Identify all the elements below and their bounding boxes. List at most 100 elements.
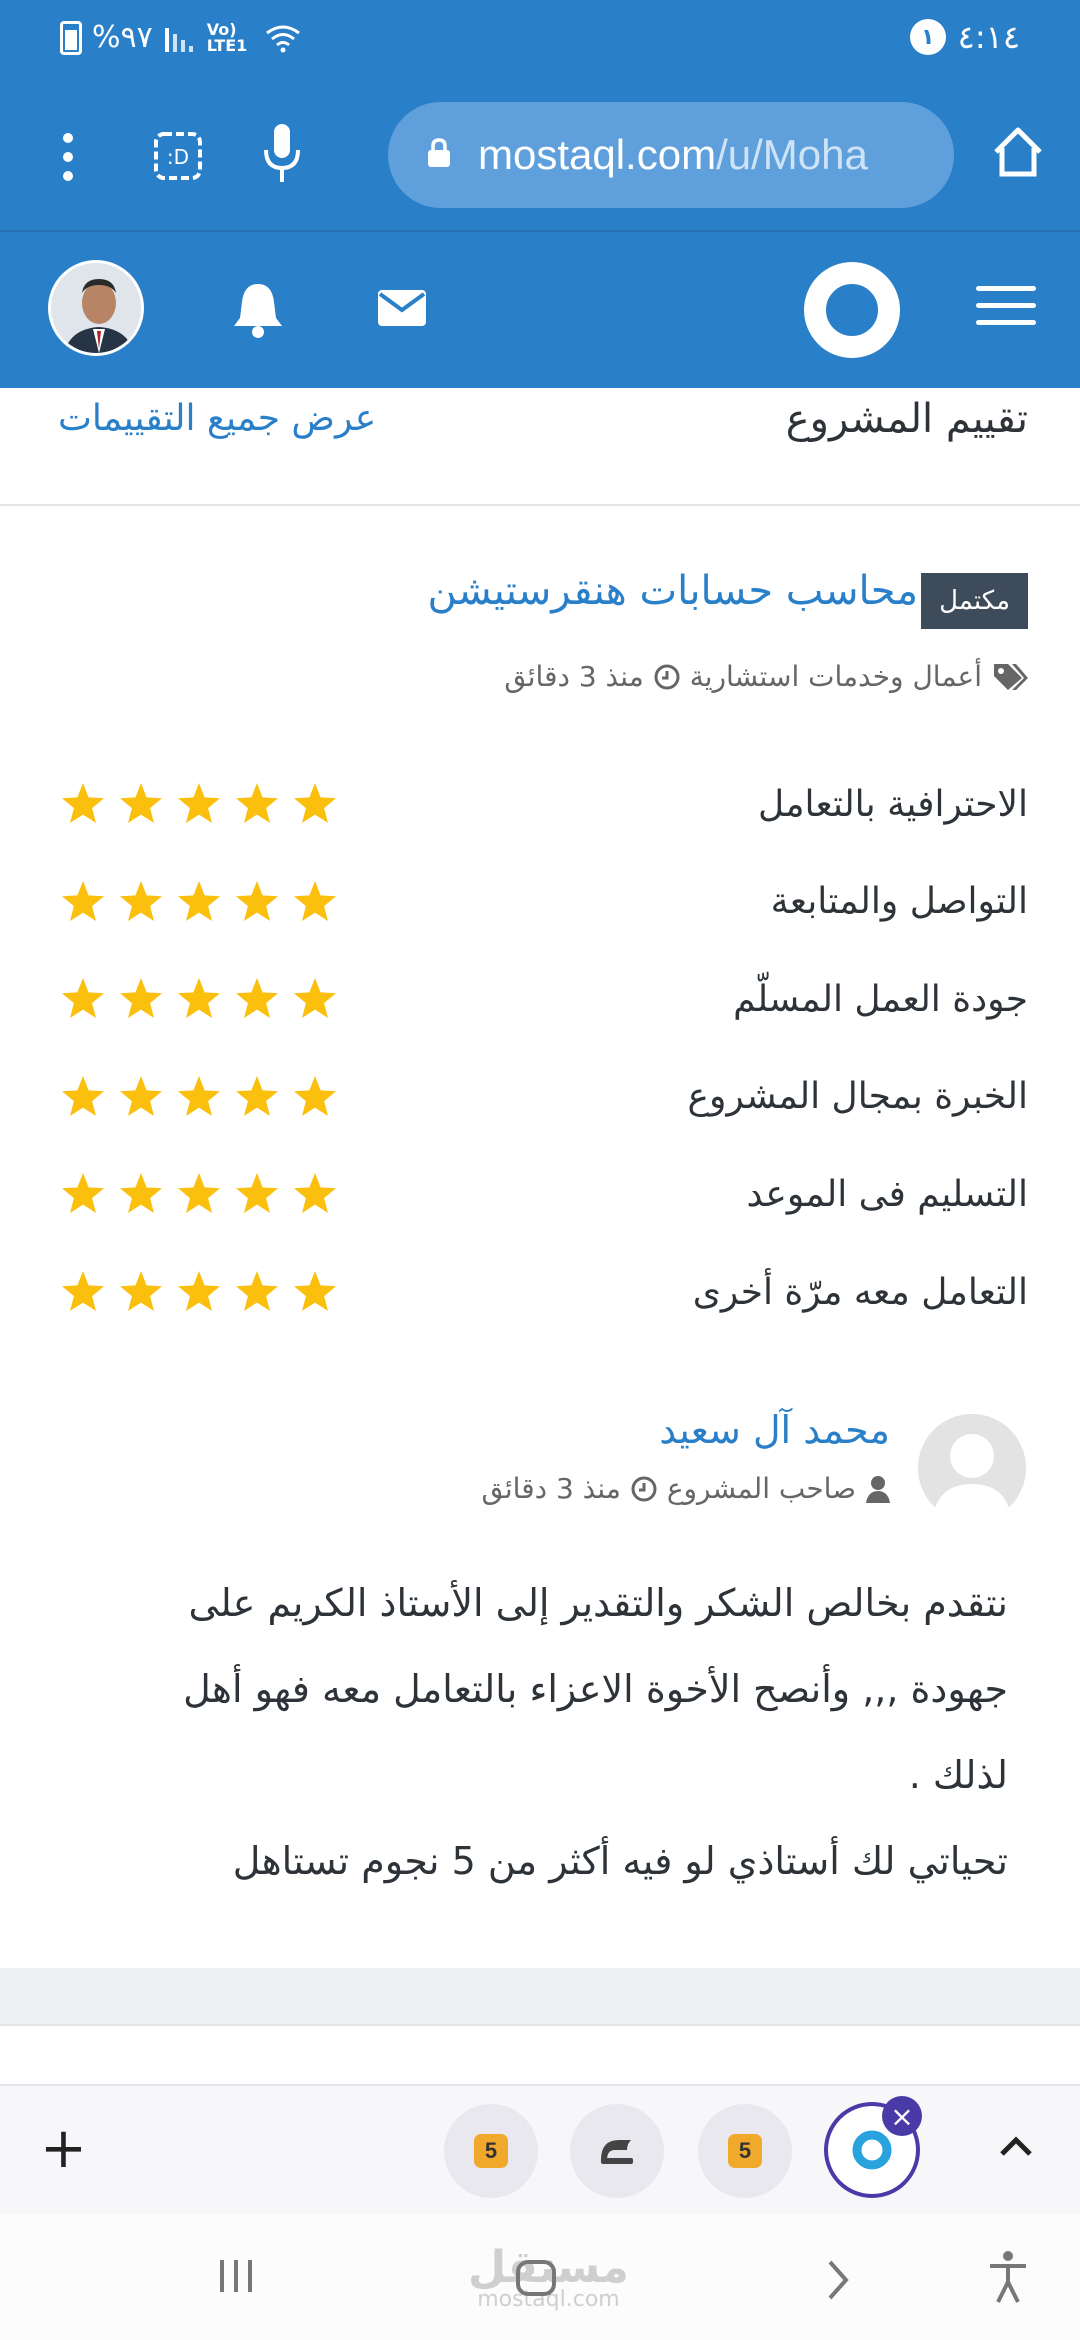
site-header: [0, 232, 1080, 388]
project-category[interactable]: أعمال وخدمات استشارية: [690, 660, 982, 693]
tab-thumbnail[interactable]: 5: [444, 2104, 538, 2198]
tags-icon: [994, 663, 1028, 690]
divider: [0, 2024, 1080, 2026]
url-path: /u/Moha: [716, 131, 868, 178]
star-icon: [62, 783, 104, 823]
criterion-row: الخبرة بمجال المشروع: [60, 1067, 1028, 1127]
review-line: لذلك .: [908, 1753, 1008, 1797]
star-icon: [236, 1173, 278, 1214]
section-separator: [0, 1968, 1080, 2024]
star-icon: [294, 978, 336, 1019]
microphone-icon[interactable]: [262, 122, 302, 186]
project-title-link[interactable]: محاسب حسابات هنقرستيشن: [428, 568, 919, 614]
star-icon: [236, 978, 278, 1019]
menu-hamburger-icon[interactable]: [976, 286, 1036, 326]
star-icon: [178, 1271, 220, 1311]
messages-envelope-icon[interactable]: [376, 288, 428, 328]
star-icon: [62, 978, 104, 1019]
criterion-row: الاحترافية بالتعامل: [60, 774, 1028, 834]
home-icon[interactable]: [990, 124, 1046, 180]
criterion-row: التواصل والمتابعة: [60, 872, 1028, 932]
clock-icon: [631, 1476, 657, 1501]
close-tab-icon[interactable]: ×: [882, 2096, 922, 2136]
browser-toolbar: :D mostaql.com/u/Moha: [0, 80, 1080, 232]
default-user-icon: [918, 1414, 1026, 1522]
recent-apps-icon[interactable]: [216, 2256, 256, 2296]
criterion-label: التسليم فى الموعد: [746, 1173, 1028, 1215]
star-icon: [294, 783, 336, 823]
review-line: نتقدم بخالص الشكر والتقدير إلى الأستاذ ا…: [188, 1581, 1009, 1625]
criterion-label: الخبرة بمجال المشروع: [687, 1076, 1028, 1118]
more-options-icon[interactable]: [62, 132, 74, 182]
star-icon: [62, 1173, 104, 1214]
battery-icon: [60, 20, 82, 55]
home-nav-icon[interactable]: [514, 2258, 558, 2298]
tab-thumbnail[interactable]: 5: [698, 2104, 792, 2198]
network-label: Vo) LTE1: [206, 19, 248, 55]
star-icon: [120, 1173, 162, 1214]
star-icon: [236, 1271, 278, 1311]
svg-text::D: :D: [167, 145, 189, 169]
review-line: تحياتي لك أستاذي لو فيه أكثر من 5 نجوم ت…: [232, 1839, 1008, 1883]
star-icon: [294, 880, 336, 921]
criterion-label: التواصل والمتابعة: [770, 881, 1028, 923]
mostaql-logo-icon[interactable]: [804, 262, 900, 358]
desktop-mode-icon[interactable]: :D: [152, 130, 204, 182]
divider: [0, 504, 1080, 506]
tab-favicon-icon: 5: [728, 2134, 762, 2168]
view-all-ratings-link[interactable]: عرض جميع التقييمات: [58, 398, 376, 439]
tab-favicon-icon: 5: [474, 2134, 508, 2168]
star-icon: [62, 1075, 104, 1116]
browser-tab-bar: + 5 5 ×: [0, 2084, 1080, 2214]
star-rating: [60, 1074, 338, 1120]
reviewer-name-link[interactable]: محمد آل سعيد: [659, 1408, 890, 1452]
mostaql-favicon-icon: [852, 2130, 892, 2170]
project-meta: أعمال وخدمات استشارية منذ 3 دقائق: [504, 660, 1028, 693]
notifications-bell-icon[interactable]: [232, 280, 284, 338]
battery-level: %٩٧: [92, 20, 153, 55]
signal-icon: [164, 27, 193, 52]
review-line: جهودة ,,, وأنصح الأخوة الاعزاء بالتعامل …: [183, 1667, 1008, 1711]
reviewer-meta: صاحب المشروع منذ 3 دقائق: [482, 1472, 890, 1505]
url-bar[interactable]: mostaql.com/u/Moha: [388, 102, 954, 208]
tab-thumbnail[interactable]: [570, 2104, 664, 2198]
review-text: نتقدم بخالص الشكر والتقدير إلى الأستاذ ا…: [128, 1560, 1008, 1904]
star-icon: [236, 880, 278, 921]
status-right: ١ ٤:١٤: [909, 18, 1020, 56]
back-nav-icon[interactable]: [824, 2258, 852, 2302]
star-icon: [178, 1173, 220, 1214]
accessibility-icon[interactable]: [986, 2250, 1030, 2304]
star-icon: [236, 783, 278, 823]
star-icon: [178, 978, 220, 1019]
reviewer-avatar[interactable]: [918, 1414, 1026, 1522]
star-icon: [62, 1271, 104, 1311]
star-icon: [120, 1271, 162, 1311]
clock-icon: [654, 664, 680, 689]
status-left: %٩٧ Vo) LTE1: [60, 20, 303, 55]
star-icon: [120, 783, 162, 823]
user-avatar[interactable]: [48, 260, 144, 356]
tab-favicon-icon: [601, 2140, 633, 2164]
star-icon: [62, 880, 104, 921]
star-rating: [60, 976, 338, 1022]
url-domain: mostaql.com: [478, 131, 717, 178]
reviewer-role: صاحب المشروع: [666, 1472, 856, 1505]
criterion-label: جودة العمل المسلّم: [733, 978, 1028, 1020]
section-title: تقييم المشروع: [785, 396, 1028, 442]
wifi-icon: [265, 25, 300, 52]
status-bar: %٩٧ Vo) LTE1 ١ ٤:١٤: [0, 0, 1080, 80]
person-icon: [866, 1475, 890, 1503]
criterion-row: التسليم فى الموعد: [60, 1164, 1028, 1224]
star-icon: [178, 783, 220, 823]
criterion-row: التعامل معه مرّة أخرى: [60, 1262, 1028, 1322]
chevron-up-icon[interactable]: [998, 2134, 1034, 2158]
project-status-badge: مكتمل: [921, 573, 1028, 629]
star-rating: [60, 781, 338, 827]
star-icon: [178, 880, 220, 921]
review-time: منذ 3 دقائق: [481, 1472, 621, 1505]
criterion-label: التعامل معه مرّة أخرى: [692, 1271, 1028, 1313]
star-icon: [236, 1075, 278, 1116]
star-icon: [294, 1075, 336, 1116]
new-tab-button[interactable]: +: [40, 2121, 87, 2177]
star-icon: [120, 978, 162, 1019]
